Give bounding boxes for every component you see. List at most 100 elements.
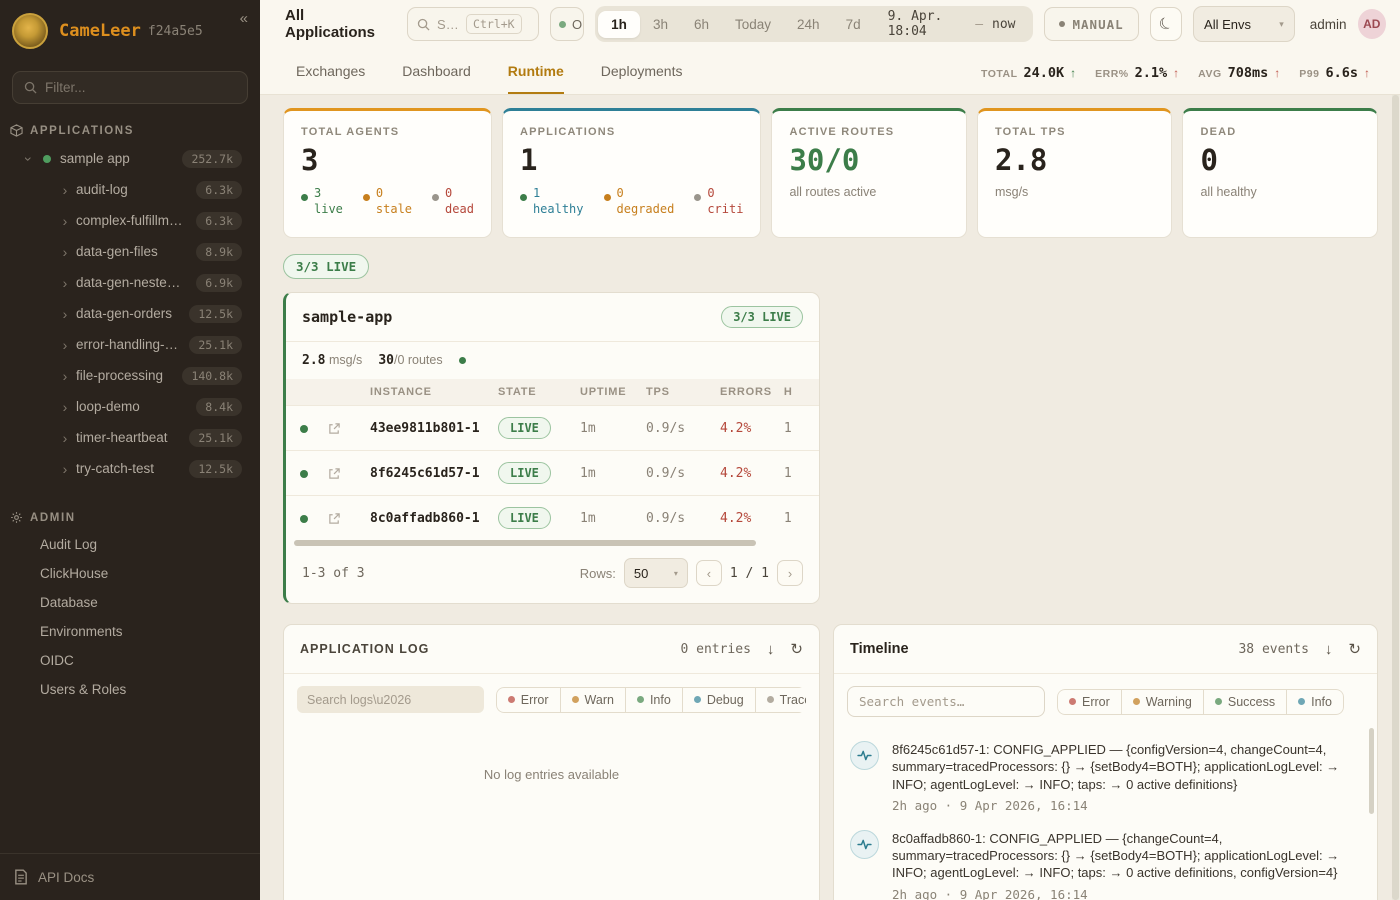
filter-chip-warn[interactable]: Warn	[560, 687, 626, 713]
download-icon[interactable]: ↓	[767, 641, 775, 658]
tab-exchanges[interactable]: Exchanges	[296, 63, 365, 94]
sidebar-item-file-processing[interactable]: › file-processing 140.8k	[0, 360, 260, 391]
range-3h-button[interactable]: 3h	[640, 11, 681, 38]
chip-label: Error	[521, 693, 549, 707]
filter-chip-warning[interactable]: Warning	[1121, 689, 1204, 715]
tab-deployments[interactable]: Deployments	[601, 63, 683, 94]
sidebar-item-data-gen-files[interactable]: › data-gen-files 8.9k	[0, 236, 260, 267]
tree-item-label: timer-heartbeat	[76, 430, 168, 445]
next-page-button[interactable]: ›	[777, 560, 803, 586]
external-link-icon[interactable]	[328, 422, 341, 435]
range-6h-button[interactable]: 6h	[681, 11, 722, 38]
sidebar-item-clickhouse[interactable]: ClickHouse	[0, 559, 260, 588]
search-icon	[417, 18, 430, 31]
range-today-button[interactable]: Today	[722, 11, 784, 38]
timeline-event[interactable]: 8c0affadb860-1: CONFIG_APPLIED — {change…	[850, 830, 1359, 900]
sidebar-item-database[interactable]: Database	[0, 588, 260, 617]
sidebar-item-oidc[interactable]: OIDC	[0, 646, 260, 675]
download-icon[interactable]: ↓	[1325, 641, 1333, 658]
log-search-input[interactable]	[297, 686, 484, 713]
env-select[interactable]: All Envs ▾	[1193, 6, 1295, 42]
page-title: All Applications	[285, 7, 392, 41]
sidebar-item-data-gen-nested[interactable]: › data-gen-neste… 6.9k	[0, 267, 260, 298]
meta-routes-suffix: /0 routes	[394, 353, 443, 367]
avatar[interactable]: AD	[1358, 9, 1386, 39]
sidebar: « CameLeer f24a5e5 APPLICATIONS › sample…	[0, 0, 260, 900]
live-dot	[300, 470, 308, 478]
filter-chip-debug[interactable]: Debug	[682, 687, 756, 713]
table-row[interactable]: 8f6245c61d57-1 LIVE 1m 0.9/s 4.2% 1	[286, 451, 819, 496]
timeline-event[interactable]: 8f6245c61d57-1: CONFIG_APPLIED — {config…	[850, 741, 1359, 813]
sidebar-item-environments[interactable]: Environments	[0, 617, 260, 646]
online-dot	[559, 21, 566, 28]
refresh-icon[interactable]: ↻	[790, 640, 803, 658]
theme-toggle-button[interactable]: ☾	[1150, 7, 1182, 41]
manual-refresh-button[interactable]: MANUAL	[1044, 7, 1139, 41]
logo-row: CameLeer f24a5e5	[0, 0, 260, 57]
sidebar-item-error-handling[interactable]: › error-handling-… 25.1k	[0, 329, 260, 360]
sidebar-item-users-roles[interactable]: Users & Roles	[0, 675, 260, 704]
content: TOTAL AGENTS 3 3live 0stale 0dead APPLIC…	[260, 95, 1400, 900]
card-label: TOTAL TPS	[995, 126, 1155, 138]
sidebar-item-data-gen-orders[interactable]: › data-gen-orders 12.5k	[0, 298, 260, 329]
time-range-control: 1h 3h 6h Today 24h 7d 9. Apr. 18:04 – no…	[595, 6, 1032, 42]
sidebar-item-try-catch-test[interactable]: › try-catch-test 12.5k	[0, 453, 260, 484]
info-dot	[637, 696, 644, 703]
table-header-row: INSTANCE STATE UPTIME TPS ERRORS H	[286, 379, 819, 406]
table-row[interactable]: 8c0affadb860-1 LIVE 1m 0.9/s 4.2% 1	[286, 496, 819, 541]
main-vertical-scrollbar[interactable]	[1392, 95, 1399, 900]
sidebar-collapse-button[interactable]: «	[240, 10, 248, 27]
table-row[interactable]: 43ee9811b801-1 LIVE 1m 0.9/s 4.2% 1	[286, 406, 819, 451]
status-dot	[43, 155, 51, 163]
external-link-icon[interactable]	[328, 467, 341, 480]
sidebar-item-audit-log-admin[interactable]: Audit Log	[0, 530, 260, 559]
live-badge: 3/3 LIVE	[721, 306, 803, 328]
tree-item-label: data-gen-neste…	[76, 275, 180, 290]
sidebar-item-loop-demo[interactable]: › loop-demo 8.4k	[0, 391, 260, 422]
rows-per-page-select[interactable]: 50 ▾	[624, 558, 688, 588]
sidebar-filter[interactable]	[12, 71, 248, 104]
sidebar-filter-input[interactable]	[45, 80, 225, 95]
refresh-icon[interactable]: ↻	[1348, 640, 1361, 658]
logo-version: f24a5e5	[148, 24, 203, 39]
event-text: 8f6245c61d57-1: CONFIG_APPLIED — {config…	[892, 741, 1359, 793]
range-7d-button[interactable]: 7d	[833, 11, 874, 38]
sidebar-item-sample-app[interactable]: › sample app 252.7k	[0, 143, 260, 174]
chevron-right-icon: ›	[58, 461, 72, 477]
range-1h-button[interactable]: 1h	[598, 11, 640, 38]
filter-chip-error[interactable]: Error	[496, 687, 561, 713]
sidebar-item-audit-log[interactable]: › audit-log 6.3k	[0, 174, 260, 205]
range-24h-button[interactable]: 24h	[784, 11, 833, 38]
filter-chip-info[interactable]: Info	[1286, 689, 1344, 715]
status-chip[interactable]: O	[550, 7, 584, 41]
table-horizontal-scrollbar[interactable]	[290, 540, 815, 546]
tab-runtime[interactable]: Runtime	[508, 63, 564, 94]
sidebar-item-complex-fulfillment[interactable]: › complex-fulfillm… 6.3k	[0, 205, 260, 236]
instance-id: 8f6245c61d57-1	[364, 451, 492, 496]
external-link-icon[interactable]	[328, 512, 341, 525]
global-search[interactable]: S… Ctrl+K	[407, 7, 539, 41]
chip-label: Warning	[1146, 695, 1192, 709]
timeline-search-input[interactable]	[847, 686, 1045, 717]
tree-item-label: data-gen-orders	[76, 306, 172, 321]
date-range-display[interactable]: 9. Apr. 18:04 – now	[874, 9, 1030, 39]
api-docs-link[interactable]: API Docs	[0, 853, 260, 900]
prev-page-button[interactable]: ‹	[696, 560, 722, 586]
filter-chip-error[interactable]: Error	[1057, 689, 1122, 715]
date-separator: –	[975, 17, 983, 32]
sub-label: degraded	[617, 202, 675, 218]
card-active-routes: ACTIVE ROUTES 30/0 all routes active	[771, 108, 967, 238]
kpi-strip: TOTAL 24.0K ↑ ERR% 2.1% ↑ AVG 708ms ↑ P9…	[981, 65, 1370, 94]
filter-chip-info[interactable]: Info	[625, 687, 683, 713]
chevron-right-icon: ›	[58, 182, 72, 198]
tree-item-label: loop-demo	[76, 399, 140, 414]
rows-label: Rows:	[580, 566, 616, 581]
filter-chip-trace[interactable]: Trace	[755, 687, 806, 713]
count-badge: 6.3k	[196, 181, 242, 199]
chevron-right-icon: ›	[58, 430, 72, 446]
timeline-scrollbar[interactable]	[1369, 728, 1374, 814]
kpi-total: TOTAL 24.0K ↑	[981, 65, 1076, 81]
sidebar-item-timer-heartbeat[interactable]: › timer-heartbeat 25.1k	[0, 422, 260, 453]
tab-dashboard[interactable]: Dashboard	[402, 63, 471, 94]
filter-chip-success[interactable]: Success	[1203, 689, 1287, 715]
